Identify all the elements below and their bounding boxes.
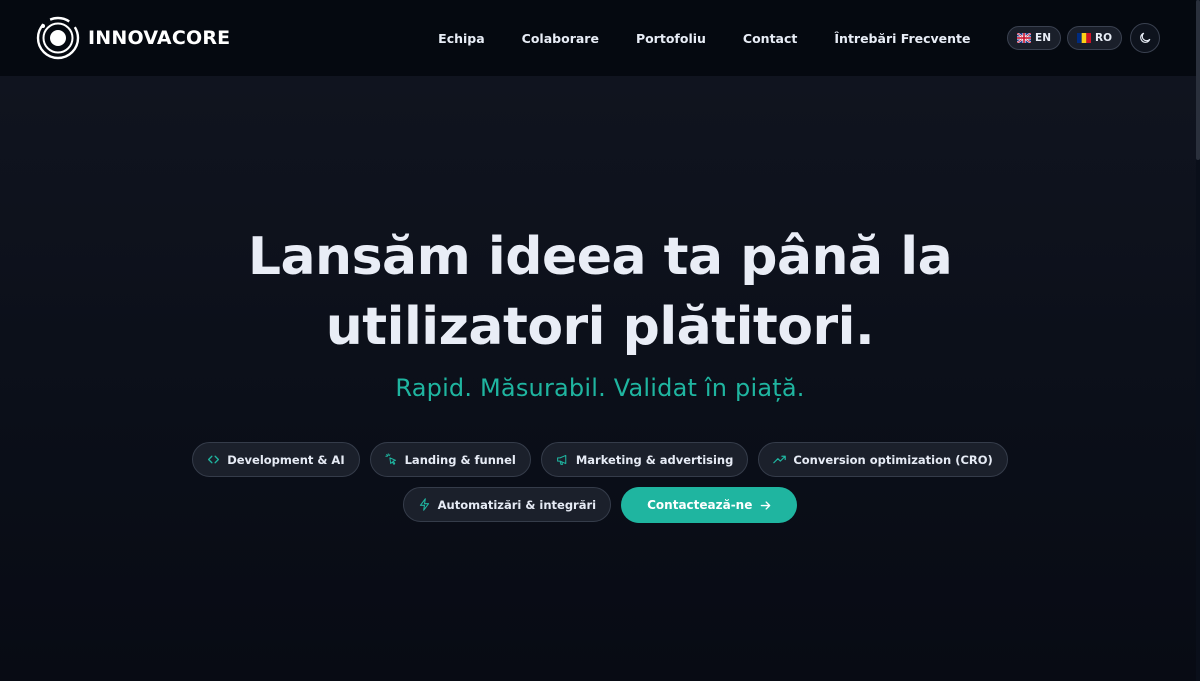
cta-label: Contactează-ne (647, 498, 753, 512)
arrow-right-icon (761, 500, 771, 510)
brand-name: INNOVACORE (88, 27, 231, 49)
nav-link-colaborare[interactable]: Colaborare (503, 31, 617, 46)
ro-flag-icon (1076, 33, 1091, 43)
cursor-click-icon (384, 453, 396, 465)
trending-up-icon (773, 455, 787, 464)
chip-automatizari-integrari[interactable]: Automatizări & integrări (402, 487, 612, 522)
chip-development-ai[interactable]: Development & AI (192, 442, 360, 477)
chip-marketing-advertising[interactable]: Marketing & advertising (540, 442, 749, 477)
nav-link-echipa[interactable]: Echipa (420, 31, 504, 46)
uk-flag-icon (1017, 33, 1032, 43)
lang-button-ro[interactable]: RO (1066, 26, 1122, 50)
hero-title: Lansăm ideea ta până la utilizatori plăt… (0, 222, 1200, 362)
language-switcher: EN RO (1007, 26, 1122, 50)
nav-link-contact[interactable]: Contact (724, 31, 815, 46)
page-scrollbar[interactable] (1196, 0, 1200, 681)
brand-logo[interactable]: INNOVACORE (34, 14, 230, 62)
megaphone-icon (556, 454, 567, 465)
chip-conversion-optimization[interactable]: Conversion optimization (CRO) (758, 442, 1008, 477)
chip-label: Conversion optimization (CRO) (793, 452, 993, 467)
hero-title-line-2: utilizatori plătitori. (325, 297, 875, 357)
main-nav: Echipa Colaborare Portofoliu Contact Înt… (420, 31, 989, 46)
nav-link-portofoliu[interactable]: Portofoliu (617, 31, 724, 46)
lightning-icon (419, 498, 429, 511)
contact-cta-button[interactable]: Contactează-ne (621, 487, 798, 523)
hero-title-line-1: Lansăm ideea ta până la (247, 227, 953, 287)
site-header: INNOVACORE Echipa Colaborare Portofoliu … (0, 0, 1200, 76)
chip-row-2: Automatizări & integrări Contactează-ne (402, 487, 798, 523)
moon-icon (1140, 32, 1151, 43)
nav-link-faq[interactable]: Întrebări Frecvente (816, 31, 989, 46)
services-chips: Development & AI Landing & funnel Market… (0, 442, 1200, 523)
lang-button-en[interactable]: EN (1007, 26, 1061, 50)
chip-row-1: Development & AI Landing & funnel Market… (192, 442, 1008, 477)
chip-label: Landing & funnel (404, 452, 516, 467)
chip-label: Automatizări & integrări (437, 497, 597, 512)
chip-label: Development & AI (227, 452, 345, 467)
lang-code-ro: RO (1094, 32, 1112, 44)
hero-subtitle: Rapid. Măsurabil. Validat în piață. (395, 374, 805, 402)
theme-toggle-button[interactable] (1130, 23, 1160, 53)
hero-section: Lansăm ideea ta până la utilizatori plăt… (0, 222, 1200, 402)
lang-code-en: EN (1035, 32, 1051, 44)
orbit-ring-icon (36, 16, 80, 60)
code-icon (208, 455, 220, 464)
scrollbar-thumb[interactable] (1196, 0, 1200, 160)
chip-label: Marketing & advertising (575, 452, 734, 467)
chip-landing-funnel[interactable]: Landing & funnel (369, 442, 531, 477)
